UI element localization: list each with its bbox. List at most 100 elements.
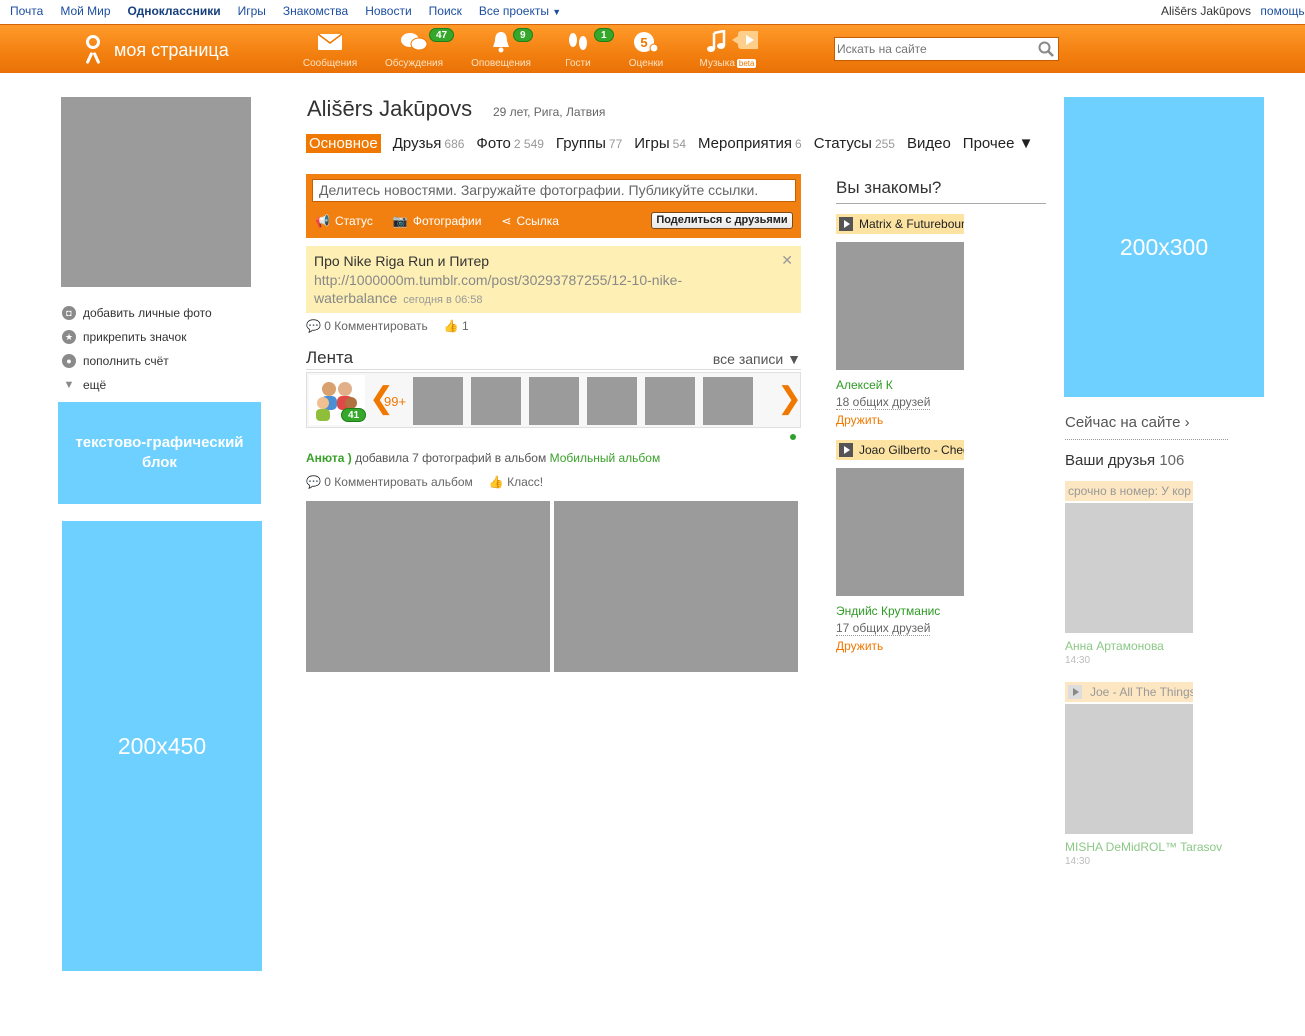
logo-text: моя страница <box>114 39 229 60</box>
search-input[interactable] <box>835 38 1030 60</box>
portal-link-games[interactable]: Игры <box>238 4 266 18</box>
top-up-label: пополнить счёт <box>83 354 169 368</box>
status-like-link[interactable]: 👍 1 <box>444 319 469 333</box>
friend-music-note[interactable]: Joe - All The Things <box>1065 682 1193 702</box>
friend-thumbnail[interactable] <box>413 377 463 425</box>
friend-name-link[interactable]: Анна Артамонова <box>1065 639 1193 653</box>
tab-friends[interactable]: Друзья 686 <box>393 135 465 152</box>
portal-link-news[interactable]: Новости <box>365 4 411 18</box>
activity-album-link[interactable]: Мобильный альбом <box>550 451 661 465</box>
coins-icon: ● <box>62 354 76 368</box>
person-name-link[interactable]: Эндийс Крутманис <box>836 604 966 618</box>
close-icon[interactable]: ✕ <box>781 252 793 269</box>
text-graphic-ad[interactable]: текстово-графический блок <box>58 402 261 504</box>
person-name-link[interactable]: Алексей К <box>836 378 966 392</box>
feed-all-records[interactable]: все записи ▼ <box>713 351 801 367</box>
toolbar-guests[interactable]: Гости 1 <box>560 28 614 69</box>
discussions-badge: 47 <box>429 28 455 42</box>
top-up-link[interactable]: ● пополнить счёт <box>62 349 212 373</box>
thumbs-up-icon: 👍 <box>488 475 504 489</box>
friend-thumbnail[interactable] <box>529 377 579 425</box>
album-like-link[interactable]: 👍 Класс! <box>489 475 543 489</box>
friend-status-note[interactable]: срочно в номер: У кор <box>1065 481 1193 501</box>
friend-thumbnail[interactable] <box>587 377 637 425</box>
search-icon[interactable] <box>1038 41 1054 57</box>
tab-games[interactable]: Игры 54 <box>634 135 686 152</box>
tab-video[interactable]: Видео <box>907 135 951 152</box>
status-title: Про Nike Riga Run и Питер <box>314 253 490 269</box>
portal-link-moymir[interactable]: Мой Мир <box>60 4 110 18</box>
friend-name-link[interactable]: MISHA DeMidROL™ Tarasov <box>1065 840 1222 854</box>
friend-thumbnail[interactable] <box>703 377 753 425</box>
add-friend-link[interactable]: Дружить <box>836 413 966 427</box>
more-link[interactable]: ▼ ещё <box>62 373 212 397</box>
profile-info: 29 лет, Рига, Латвия <box>493 105 606 119</box>
share-input[interactable]: Делитесь новостями. Загружайте фотографи… <box>312 179 796 202</box>
ad-banner-200x300[interactable]: 200x300 <box>1064 97 1264 397</box>
person-photo[interactable] <box>836 242 964 370</box>
tab-other[interactable]: Прочее ▼ <box>963 135 1034 152</box>
tab-groups[interactable]: Группы 77 <box>556 135 622 152</box>
portal-link-search[interactable]: Поиск <box>429 4 462 18</box>
profile-name: Ališērs Jakūpovs <box>307 96 473 121</box>
portal-link-all-projects[interactable]: Все проекты ▼ <box>479 4 561 18</box>
share-with-friends-button[interactable]: Поделиться с друзьями <box>651 212 793 229</box>
status-time: сегодня в 06:58 <box>403 294 483 306</box>
share-link-button[interactable]: ⋖ Ссылка <box>501 214 559 228</box>
album-photo[interactable] <box>554 501 798 672</box>
toolbar-discussions[interactable]: Обсуждения 47 <box>384 28 455 69</box>
comment-icon: 💬 <box>306 475 321 489</box>
toolbar-music[interactable]: Музыка beta <box>696 29 760 69</box>
suggestions-title: Вы знакомы? <box>836 178 1046 204</box>
toolbar-ratings[interactable]: 5 Оценки <box>626 29 666 69</box>
svg-text:5: 5 <box>640 35 647 50</box>
album-comment-link[interactable]: 💬 0 Комментировать альбом <box>306 475 473 489</box>
online-now-link[interactable]: Сейчас на сайте › <box>1065 414 1228 440</box>
status-comment-link[interactable]: 💬 0 Комментировать <box>306 319 428 333</box>
feed-title: Лента <box>306 348 354 367</box>
album-actions: 💬 0 Комментировать альбом 👍 Класс! <box>306 475 543 489</box>
mutual-friends-link[interactable]: 18 общих друзей <box>836 395 931 410</box>
friend-photo[interactable] <box>1065 704 1193 834</box>
add-photo-label: добавить личные фото <box>83 306 212 320</box>
portal-link-odnoklassniki[interactable]: Одноклассники <box>128 4 221 18</box>
tab-events[interactable]: Мероприятия 6 <box>698 135 802 152</box>
friend-thumbnail[interactable] <box>471 377 521 425</box>
friend-photo[interactable] <box>1065 503 1193 633</box>
add-photo-link[interactable]: ◘ добавить личные фото <box>62 301 212 325</box>
share-box: Делитесь новостями. Загружайте фотографи… <box>306 174 801 238</box>
carousel-next-arrow-icon[interactable]: ❯ <box>777 381 802 416</box>
portal-help-link[interactable]: помощь <box>1260 4 1304 18</box>
suggested-person: Matrix & Futurebound Алексей К 18 общих … <box>836 214 966 427</box>
add-friend-link[interactable]: Дружить <box>836 639 966 653</box>
profile-avatar[interactable] <box>61 97 251 287</box>
person-music[interactable]: Joao Gilberto - Chega de Saudade <box>836 440 964 460</box>
ad-banner-200x450[interactable]: 200x450 <box>62 521 262 971</box>
suggested-person: Joao Gilberto - Chega de Saudade Эндийс … <box>836 440 966 653</box>
friend-thumbnail[interactable] <box>645 377 695 425</box>
main-toolbar: моя страница Сообщения Обсуждения 47 Опо… <box>0 24 1305 73</box>
album-photo[interactable] <box>306 501 550 672</box>
rating-icon: 5 <box>626 29 666 55</box>
attach-badge-link[interactable]: ★ прикрепить значок <box>62 325 212 349</box>
portal-link-mail[interactable]: Почта <box>10 4 43 18</box>
mutual-friends-link[interactable]: 17 общих друзей <box>836 621 931 636</box>
portal-link-dating[interactable]: Знакомства <box>283 4 348 18</box>
share-status-button[interactable]: 📢 Статус <box>315 214 373 228</box>
tab-statuses[interactable]: Статусы 255 <box>814 135 895 152</box>
star-icon: ★ <box>62 330 76 344</box>
toolbar-messages[interactable]: Сообщения <box>300 29 360 69</box>
tab-main[interactable]: Основное <box>306 134 381 153</box>
music-icon <box>696 29 760 55</box>
share-photos-button[interactable]: 📷 Фотографии <box>393 214 482 228</box>
person-music[interactable]: Matrix & Futurebound <box>836 214 964 234</box>
toolbar-notifications[interactable]: Оповещения 9 <box>470 28 533 69</box>
friends-group-icon[interactable]: 41 <box>309 375 367 425</box>
portal-user-name[interactable]: Ališērs Jakūpovs <box>1161 4 1251 18</box>
person-photo[interactable] <box>836 468 964 596</box>
status-url[interactable]: http://1000000m.tumblr.com/post/30293787… <box>314 271 734 309</box>
activity-user-link[interactable]: Анюта ) <box>306 451 352 465</box>
your-friends-header[interactable]: Ваши друзья 106 <box>1065 452 1184 469</box>
tab-photos[interactable]: Фото 2 549 <box>476 135 544 152</box>
logo-link[interactable]: моя страница <box>82 35 229 65</box>
